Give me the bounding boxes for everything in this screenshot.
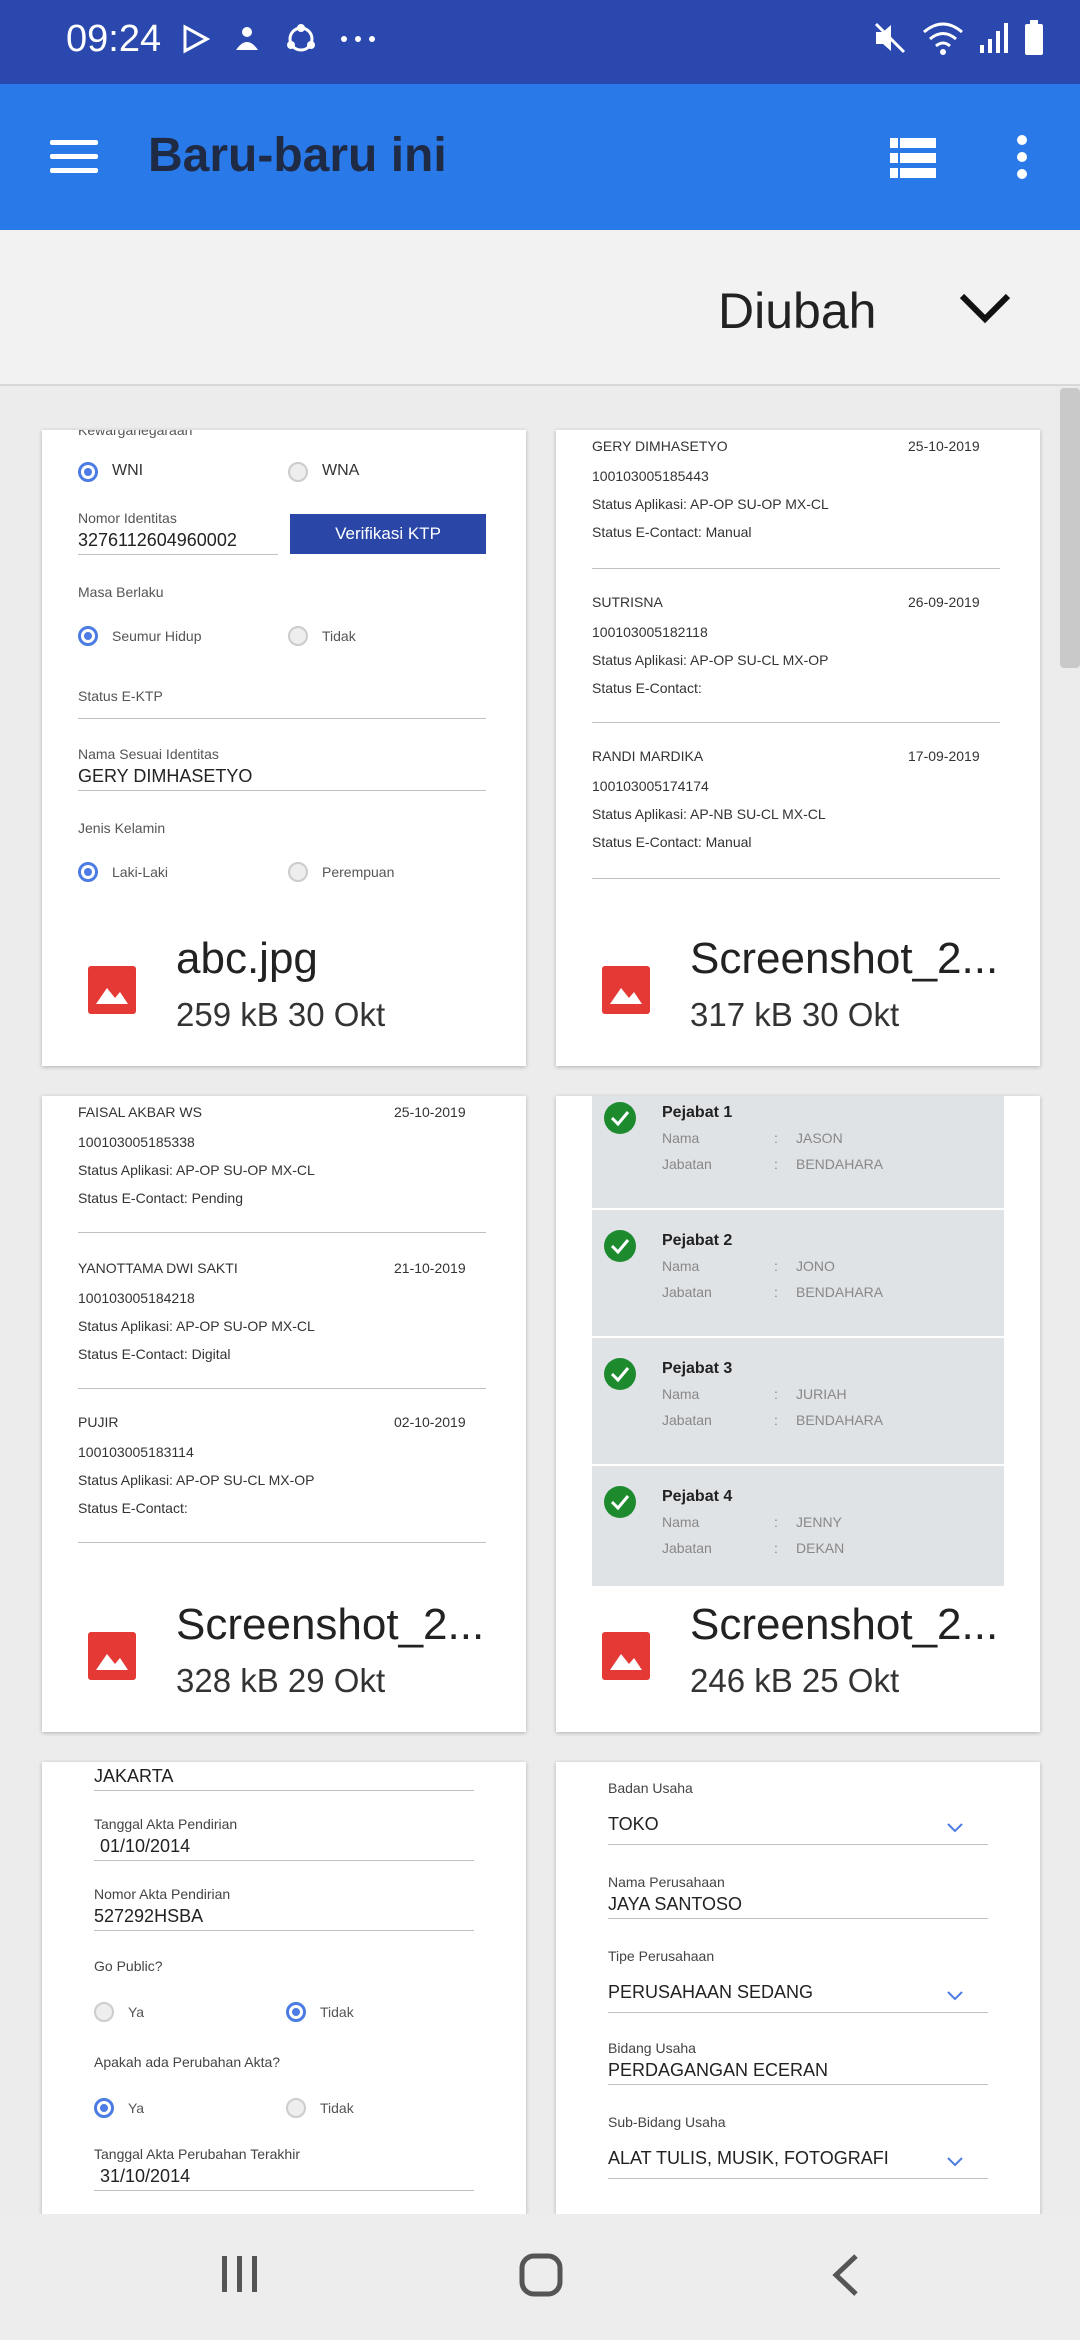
file-meta: 259 kB 30 Okt	[176, 996, 386, 1033]
file-meta: 317 kB 30 Okt	[690, 996, 900, 1033]
dropdown-chevron-icon	[947, 1991, 963, 2001]
sort-label[interactable]: Diubah	[718, 282, 876, 340]
hamburger-menu-icon[interactable]	[50, 140, 98, 174]
file-card[interactable]: Badan Usaha TOKO Nama Perusahaan JAYA SA…	[556, 1762, 1040, 2214]
dropdown-chevron-icon	[947, 2157, 963, 2167]
file-thumbnail: GERY DIMHASETYO 25-10-2019 1001030051854…	[556, 430, 1040, 920]
more-options-icon[interactable]	[1016, 134, 1028, 180]
file-thumbnail: JAKARTA Tanggal Akta Pendirian 01/10/201…	[42, 1762, 526, 2214]
check-icon	[604, 1230, 636, 1262]
file-card[interactable]: GERY DIMHASETYO 25-10-2019 1001030051854…	[556, 430, 1040, 1066]
notification-app-icon	[236, 27, 258, 50]
dropdown-chevron-icon	[947, 1823, 963, 1833]
app-bar: Baru-baru ini	[0, 84, 1080, 230]
sync-icon	[287, 24, 315, 52]
check-icon	[604, 1358, 636, 1390]
home-icon[interactable]	[518, 2252, 564, 2298]
back-icon[interactable]	[828, 2252, 862, 2298]
chevron-down-icon[interactable]	[958, 292, 1012, 326]
signal-icon	[980, 23, 1008, 53]
file-meta: 328 kB 29 Okt	[176, 1662, 386, 1699]
file-thumbnail: Badan Usaha TOKO Nama Perusahaan JAYA SA…	[556, 1762, 1040, 2214]
wifi-icon	[923, 22, 963, 55]
file-card[interactable]: Kewarganegaraan WNI WNA Nomor Identitas …	[42, 430, 526, 1066]
list-view-icon[interactable]	[890, 138, 936, 178]
image-file-icon	[602, 1632, 650, 1680]
system-nav-bar	[0, 2214, 1080, 2340]
sort-bar[interactable]: Diubah	[0, 230, 1080, 386]
file-meta: 246 kB 25 Okt	[690, 1662, 900, 1699]
file-card[interactable]: FAISAL AKBAR WS 25-10-2019 1001030051853…	[42, 1096, 526, 1732]
file-card[interactable]: Pejabat 1 Nama : JASON Jabatan : BENDAHA…	[556, 1096, 1040, 1732]
check-icon	[604, 1486, 636, 1518]
image-file-icon	[88, 966, 136, 1014]
mute-icon	[874, 22, 906, 54]
file-card[interactable]: JAKARTA Tanggal Akta Pendirian 01/10/201…	[42, 1762, 526, 2214]
image-file-icon	[88, 1632, 136, 1680]
battery-icon	[1025, 20, 1043, 55]
scrollbar[interactable]	[1060, 388, 1080, 668]
status-bar: 09:24	[0, 0, 1080, 84]
file-name: Screenshot_2...	[690, 934, 999, 983]
image-file-icon	[602, 966, 650, 1014]
file-name: Screenshot_2...	[690, 1600, 999, 1649]
file-thumbnail: FAISAL AKBAR WS 25-10-2019 1001030051853…	[42, 1096, 526, 1586]
file-name: Screenshot_2...	[176, 1600, 485, 1649]
check-icon	[604, 1102, 636, 1134]
file-name: abc.jpg	[176, 934, 318, 983]
file-thumbnail: Kewarganegaraan WNI WNA Nomor Identitas …	[42, 430, 526, 920]
status-time: 09:24	[66, 18, 162, 60]
play-store-icon	[183, 24, 210, 54]
more-notifications-icon	[341, 36, 375, 42]
file-thumbnail: Pejabat 1 Nama : JASON Jabatan : BENDAHA…	[556, 1096, 1040, 1586]
recent-apps-icon[interactable]	[218, 2252, 262, 2296]
page-title: Baru-baru ini	[148, 129, 447, 182]
